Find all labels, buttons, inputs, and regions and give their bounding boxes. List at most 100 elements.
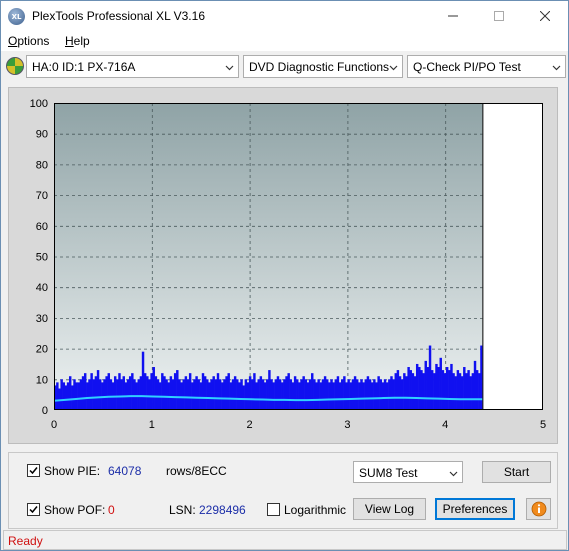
test-select-value: Q-Check PI/PO Test — [413, 60, 521, 74]
pie-bar — [296, 379, 299, 410]
pie-bar — [83, 373, 87, 410]
pie-bar — [298, 382, 301, 410]
pie-value: 64078 — [108, 464, 142, 478]
pie-bar — [180, 382, 183, 410]
pie-bar — [465, 373, 468, 410]
pie-bar — [355, 379, 359, 410]
pie-bar — [385, 382, 389, 410]
drive-select-value: HA:0 ID:1 PX-716A — [32, 60, 136, 74]
pie-bar — [77, 382, 81, 410]
pie-bar — [137, 379, 140, 410]
y-tick-label: 40 — [36, 282, 48, 294]
pie-bar — [253, 373, 256, 410]
minimize-button[interactable] — [430, 1, 476, 31]
maximize-button[interactable] — [476, 1, 522, 31]
pie-bar — [360, 379, 363, 410]
pie-bar — [358, 382, 361, 410]
menu-bar: Options Help — [1, 31, 568, 51]
pie-bar — [122, 376, 125, 410]
pie-bar — [188, 373, 192, 410]
pie-bar — [206, 379, 209, 410]
pie-bar — [343, 376, 346, 410]
pie-bar — [178, 379, 181, 410]
pie-bar — [143, 373, 147, 410]
toolbar: HA:0 ID:1 PX-716A DVD Diagnostic Functio… — [1, 52, 568, 80]
function-select[interactable]: DVD Diagnostic Functions — [243, 55, 403, 78]
pie-bar — [193, 379, 196, 410]
pie-bar — [227, 373, 230, 410]
pie-bar — [311, 373, 314, 410]
pie-bar — [383, 379, 387, 410]
pie-bar — [420, 370, 423, 410]
pie-bar — [394, 373, 397, 410]
pie-bar — [128, 376, 132, 410]
chevron-down-icon — [552, 65, 561, 71]
menu-options[interactable]: Options — [8, 34, 49, 48]
pie-bar — [304, 379, 308, 410]
pof-value: 0 — [108, 503, 115, 517]
plot-area — [54, 103, 543, 410]
logarithmic-label: Logarithmic — [284, 503, 347, 517]
pie-bar — [133, 379, 136, 410]
pie-bar — [381, 382, 385, 410]
pie-bar — [347, 379, 350, 410]
status-bar: Ready — [3, 530, 567, 550]
pie-bar — [480, 345, 483, 410]
pie-unit: rows/8ECC — [166, 464, 227, 478]
pie-bar — [473, 360, 477, 410]
pie-bar — [98, 379, 102, 410]
x-tick-label: 2 — [247, 419, 253, 431]
preferences-button[interactable]: Preferences — [435, 498, 515, 520]
pie-bar — [210, 379, 213, 410]
pie-bar — [218, 379, 222, 410]
drive-select[interactable]: HA:0 ID:1 PX-716A — [26, 55, 239, 78]
drive-disc-icon — [6, 57, 24, 75]
checkmark-icon — [29, 506, 38, 514]
pie-bar — [118, 373, 121, 410]
pie-bar — [281, 382, 284, 410]
menu-help[interactable]: Help — [65, 34, 90, 48]
pie-bar — [405, 376, 408, 410]
window-title: PlexTools Professional XL V3.16 — [32, 9, 205, 23]
pie-bar — [362, 382, 365, 410]
pie-bar — [409, 370, 412, 410]
view-log-button[interactable]: View Log — [353, 498, 426, 520]
show-pof-checkbox[interactable] — [27, 503, 40, 516]
chevron-down-icon — [225, 65, 234, 71]
sum-test-value: SUM8 Test — [359, 466, 418, 480]
show-pie-checkbox[interactable] — [27, 464, 40, 477]
pie-bar — [418, 367, 421, 410]
lsn-value: 2298496 — [199, 503, 246, 517]
pie-bar — [71, 385, 74, 410]
pie-bar — [407, 367, 410, 410]
status-text: Ready — [8, 534, 43, 548]
pie-bar — [173, 373, 177, 410]
y-tick-label: 50 — [36, 252, 48, 264]
pie-bar — [255, 382, 258, 410]
pie-bar — [287, 373, 290, 410]
pie-bar — [315, 382, 318, 410]
pie-bar — [274, 379, 278, 410]
pie-bar — [96, 370, 100, 410]
pie-bar — [306, 382, 310, 410]
test-select[interactable]: Q-Check PI/PO Test — [407, 55, 566, 78]
pie-bar — [221, 382, 224, 410]
pie-bar — [403, 373, 406, 410]
pie-bar — [300, 379, 303, 410]
start-button[interactable]: Start — [482, 461, 551, 483]
x-tick-label: 1 — [149, 419, 155, 431]
pie-bar — [463, 367, 466, 410]
sum-test-select[interactable]: SUM8 Test — [353, 461, 463, 483]
pie-bar — [368, 379, 372, 410]
close-button[interactable] — [522, 1, 568, 31]
pie-bar — [66, 382, 70, 410]
pie-bar — [229, 382, 233, 410]
menu-options-accel: O — [8, 34, 18, 48]
info-button[interactable] — [526, 498, 551, 520]
pie-bar — [456, 370, 460, 410]
logarithmic-checkbox[interactable] — [267, 503, 280, 516]
pie-bar — [120, 379, 123, 410]
pie-bar — [113, 376, 117, 410]
pie-bar — [146, 376, 149, 410]
pie-bar — [330, 379, 333, 410]
